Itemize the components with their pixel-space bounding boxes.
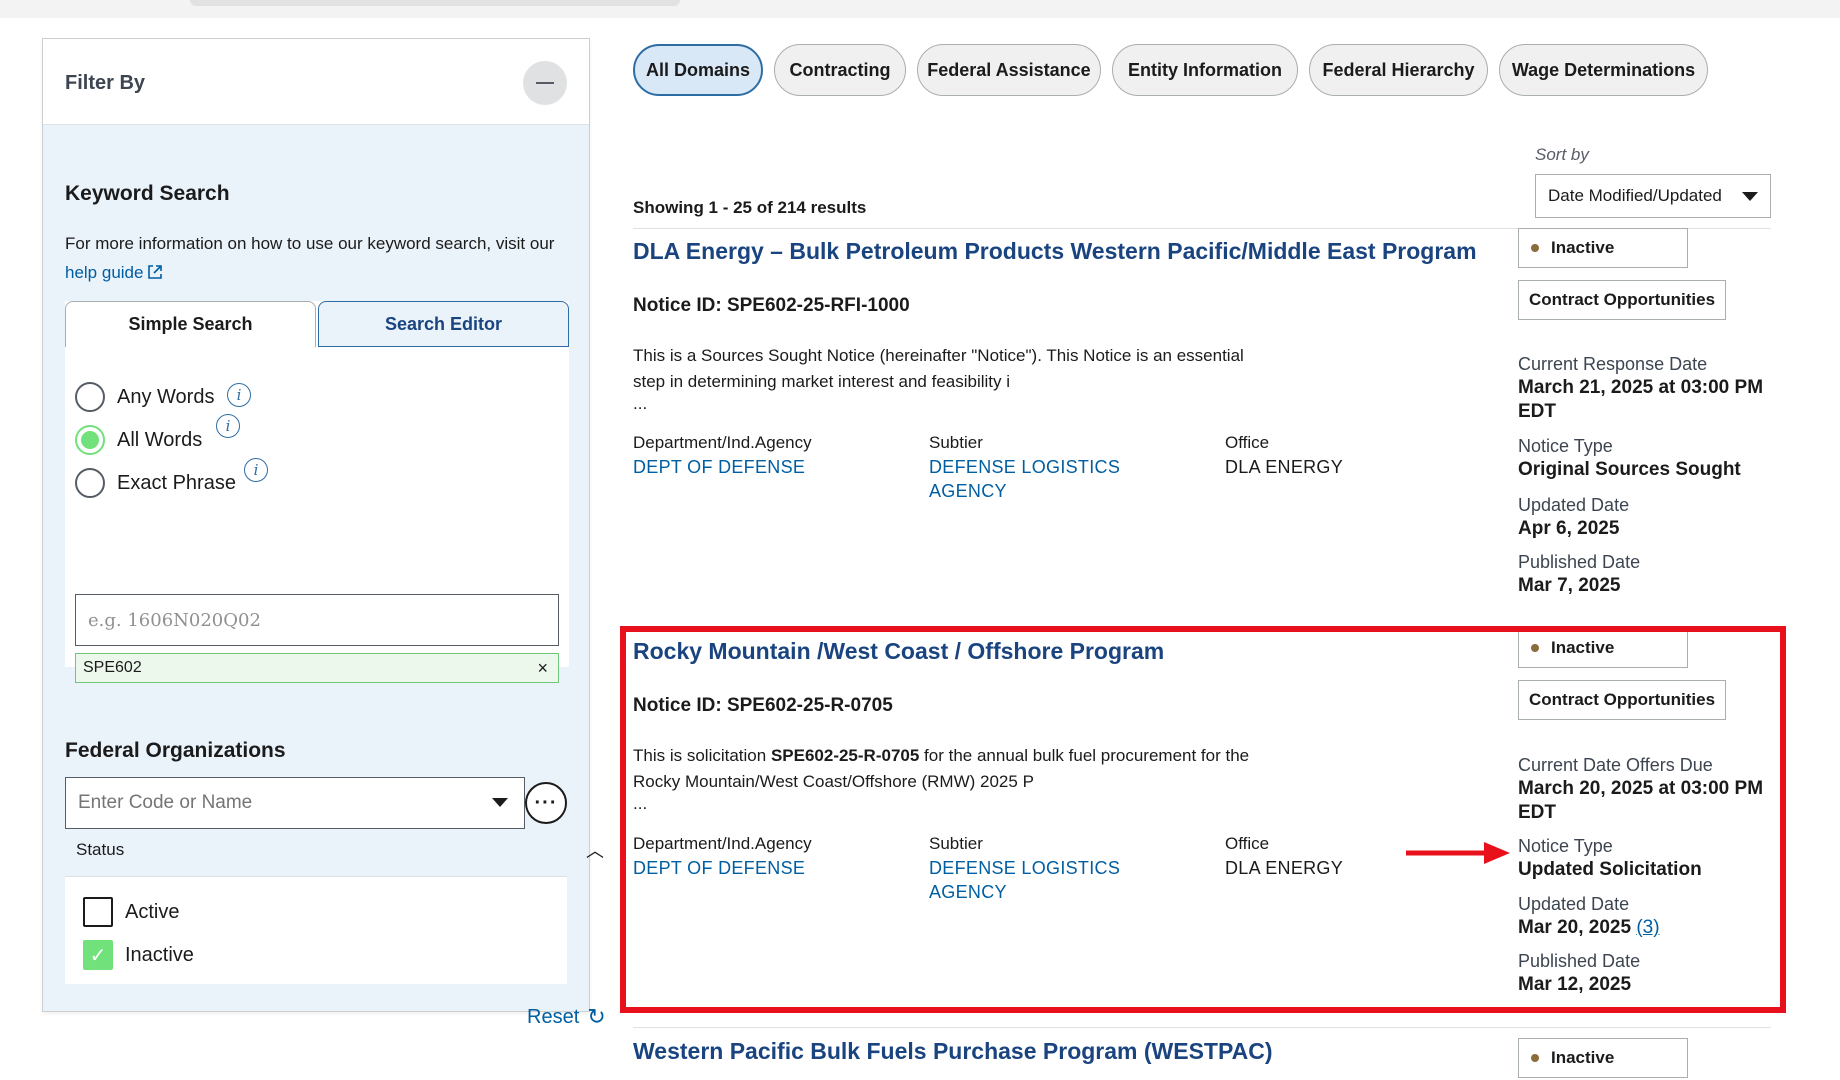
filter-sidebar: Filter By Keyword Search For more inform… <box>42 38 606 1029</box>
radio-all-words[interactable]: All Words <box>75 424 202 456</box>
federal-org-placeholder: Enter Code or Name <box>78 792 253 813</box>
result-description: This is a Sources Sought Notice (hereina… <box>633 343 1313 395</box>
sort-value: Date Modified/Updated <box>1548 186 1722 205</box>
external-link-icon <box>148 265 163 279</box>
domain-contracting[interactable]: Contracting <box>774 44 906 96</box>
status-inactive-checkbox[interactable]: ✓ <box>83 940 113 970</box>
result-title-link[interactable]: Western Pacific Bulk Fuels Purchase Prog… <box>633 1038 1273 1065</box>
status-badge: Inactive <box>1518 1038 1688 1078</box>
dept-label: Department/Ind.Agency <box>633 433 812 452</box>
chevron-up-icon[interactable]: ︿ <box>586 837 604 863</box>
result-title-link[interactable]: DLA Energy – Bulk Petroleum Products Wes… <box>633 238 1477 265</box>
status-active-checkbox[interactable] <box>83 897 113 927</box>
radio-any-words[interactable]: Any Words <box>75 381 214 413</box>
result-notice-id: Notice ID: SPE602-25-RFI-1000 <box>633 295 910 316</box>
radio-exact-phrase[interactable]: Exact Phrase <box>75 467 236 499</box>
notice-type: Notice Type Original Sources Sought <box>1518 436 1741 480</box>
domain-federal-assistance[interactable]: Federal Assistance <box>917 44 1101 96</box>
tab-simple-search[interactable]: Simple Search <box>65 301 316 347</box>
chevron-down-icon <box>492 798 508 807</box>
keyword-info-text: For more information on how to use our k… <box>65 234 555 253</box>
filter-header: Filter By <box>43 39 589 125</box>
filter-title: Filter By <box>65 72 146 94</box>
response-date: Current Response Date March 21, 2025 at … <box>1518 354 1764 422</box>
result-desc-line1: This is a Sources Sought Notice (hereina… <box>633 346 1244 365</box>
subtier-label: Subtier <box>929 433 983 452</box>
result-subtier: Subtier DEFENSE LOGISTICS AGENCY <box>929 431 1120 503</box>
keyword-search-box: Simple Search Search Editor Any Words i … <box>65 301 569 683</box>
radio-all-words-input[interactable] <box>75 425 105 455</box>
status-badge: Inactive <box>1518 228 1688 268</box>
dept-link[interactable]: DEPT OF DEFENSE <box>633 455 812 479</box>
exact-phrase-info-icon[interactable]: i <box>244 458 268 482</box>
chevron-down-icon <box>1742 192 1758 201</box>
sort-select[interactable]: Date Modified/Updated <box>1535 174 1771 218</box>
status-inactive-label: Inactive <box>125 943 194 966</box>
keyword-search-input[interactable]: e.g. 1606N020Q02 <box>75 594 559 646</box>
top-blur <box>190 0 680 6</box>
collapse-filter-button[interactable] <box>523 61 567 105</box>
tab-search-editor[interactable]: Search Editor <box>318 301 569 347</box>
domain-all-domains[interactable]: All Domains <box>633 44 763 96</box>
all-words-info-icon[interactable]: i <box>216 414 240 438</box>
radio-exact-phrase-input[interactable] <box>75 468 105 498</box>
result-item: DLA Energy – Bulk Petroleum Products Wes… <box>633 228 1773 598</box>
status-inactive[interactable]: ✓ Inactive <box>83 940 194 970</box>
updated-date: Updated Date Apr 6, 2025 <box>1518 495 1630 539</box>
subtier-link[interactable]: DEFENSE LOGISTICS AGENCY <box>929 455 1120 503</box>
refresh-icon: ↻ <box>587 1004 606 1029</box>
sort-by-label: Sort by <box>1535 145 1589 164</box>
radio-any-words-input[interactable] <box>75 382 105 412</box>
more-options-button[interactable]: ··· <box>525 782 567 824</box>
reset-label: Reset <box>527 1005 580 1028</box>
any-words-info-icon[interactable]: i <box>227 383 251 407</box>
result-desc-line2: step in determining market interest and … <box>633 372 1011 391</box>
reset-button[interactable]: Reset ↻ <box>527 1004 606 1030</box>
federal-organizations-title: Federal Organizations <box>65 739 286 762</box>
published-date: Published Date Mar 7, 2025 <box>1518 552 1641 596</box>
highlight-box <box>620 626 1786 1013</box>
search-tabs: Simple Search Search Editor <box>65 301 569 347</box>
keyword-chip-label: SPE602 <box>83 659 142 676</box>
status-active-label: Active <box>125 900 180 923</box>
result-ellipsis: ... <box>633 394 648 413</box>
office-label: Office <box>1225 433 1270 452</box>
federal-org-select[interactable]: Enter Code or Name <box>65 777 525 829</box>
type-badge: Contract Opportunities <box>1518 280 1727 320</box>
keyword-chip: SPE602 × <box>75 653 559 683</box>
radio-all-words-label: All Words <box>117 428 203 451</box>
radio-any-words-label: Any Words <box>117 385 215 408</box>
radio-exact-phrase-label: Exact Phrase <box>117 471 236 494</box>
red-arrow-icon <box>1406 842 1510 864</box>
status-dot-icon <box>1531 244 1539 252</box>
top-strip <box>0 0 1840 18</box>
keyword-input-placeholder: e.g. 1606N020Q02 <box>88 609 261 631</box>
result-office: Office DLA ENERGY <box>1225 431 1343 479</box>
status-dot-icon <box>1531 1054 1539 1062</box>
divider <box>633 1027 1771 1028</box>
status-active[interactable]: Active <box>83 897 179 927</box>
status-options: Active ✓ Inactive <box>65 876 567 984</box>
result-item: Western Pacific Bulk Fuels Purchase Prog… <box>633 1038 1773 1080</box>
keyword-search-title: Keyword Search <box>65 182 230 205</box>
domain-federal-hierarchy[interactable]: Federal Hierarchy <box>1309 44 1488 96</box>
office-value: DLA ENERGY <box>1225 457 1344 477</box>
remove-chip-icon[interactable]: × <box>537 658 548 679</box>
domain-wage-determinations[interactable]: Wage Determinations <box>1499 44 1708 96</box>
keyword-search-info: For more information on how to use our k… <box>65 229 575 287</box>
domain-entity-information[interactable]: Entity Information <box>1112 44 1298 96</box>
status-label: Status <box>76 840 125 859</box>
minus-icon <box>536 82 554 84</box>
help-guide-link[interactable]: help guide <box>65 263 163 282</box>
result-dept: Department/Ind.Agency DEPT OF DEFENSE <box>633 431 812 479</box>
results-count: Showing 1 - 25 of 214 results <box>633 198 867 217</box>
